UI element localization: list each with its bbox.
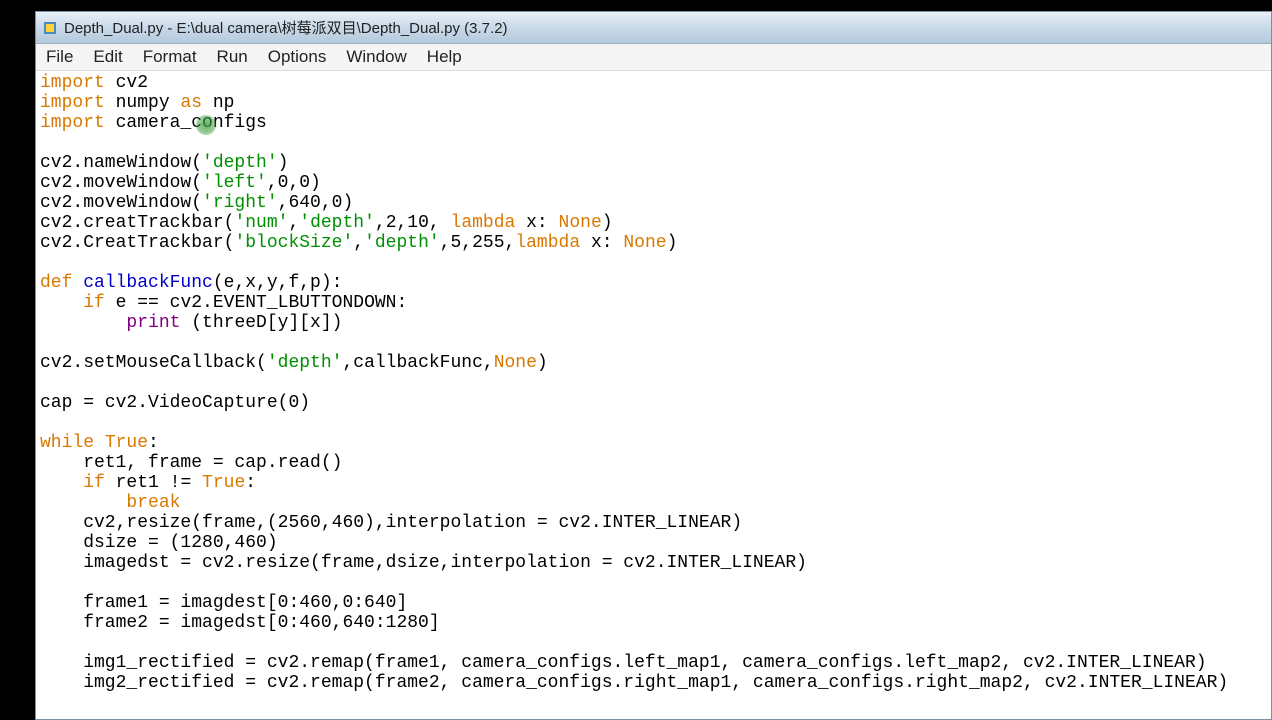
- menu-format[interactable]: Format: [133, 45, 207, 69]
- menu-file[interactable]: File: [42, 45, 83, 69]
- python-icon: [42, 20, 58, 36]
- menubar: File Edit Format Run Options Window Help: [36, 44, 1271, 71]
- menu-options[interactable]: Options: [258, 45, 337, 69]
- code-editor[interactable]: import cv2 import numpy as np import cam…: [36, 71, 1271, 695]
- menu-edit[interactable]: Edit: [83, 45, 132, 69]
- window-title: Depth_Dual.py - E:\dual camera\树莓派双目\Dep…: [64, 17, 508, 38]
- menu-window[interactable]: Window: [336, 45, 416, 69]
- menu-run[interactable]: Run: [207, 45, 258, 69]
- menu-help[interactable]: Help: [417, 45, 472, 69]
- titlebar[interactable]: Depth_Dual.py - E:\dual camera\树莓派双目\Dep…: [36, 12, 1271, 44]
- idle-window: Depth_Dual.py - E:\dual camera\树莓派双目\Dep…: [35, 11, 1272, 720]
